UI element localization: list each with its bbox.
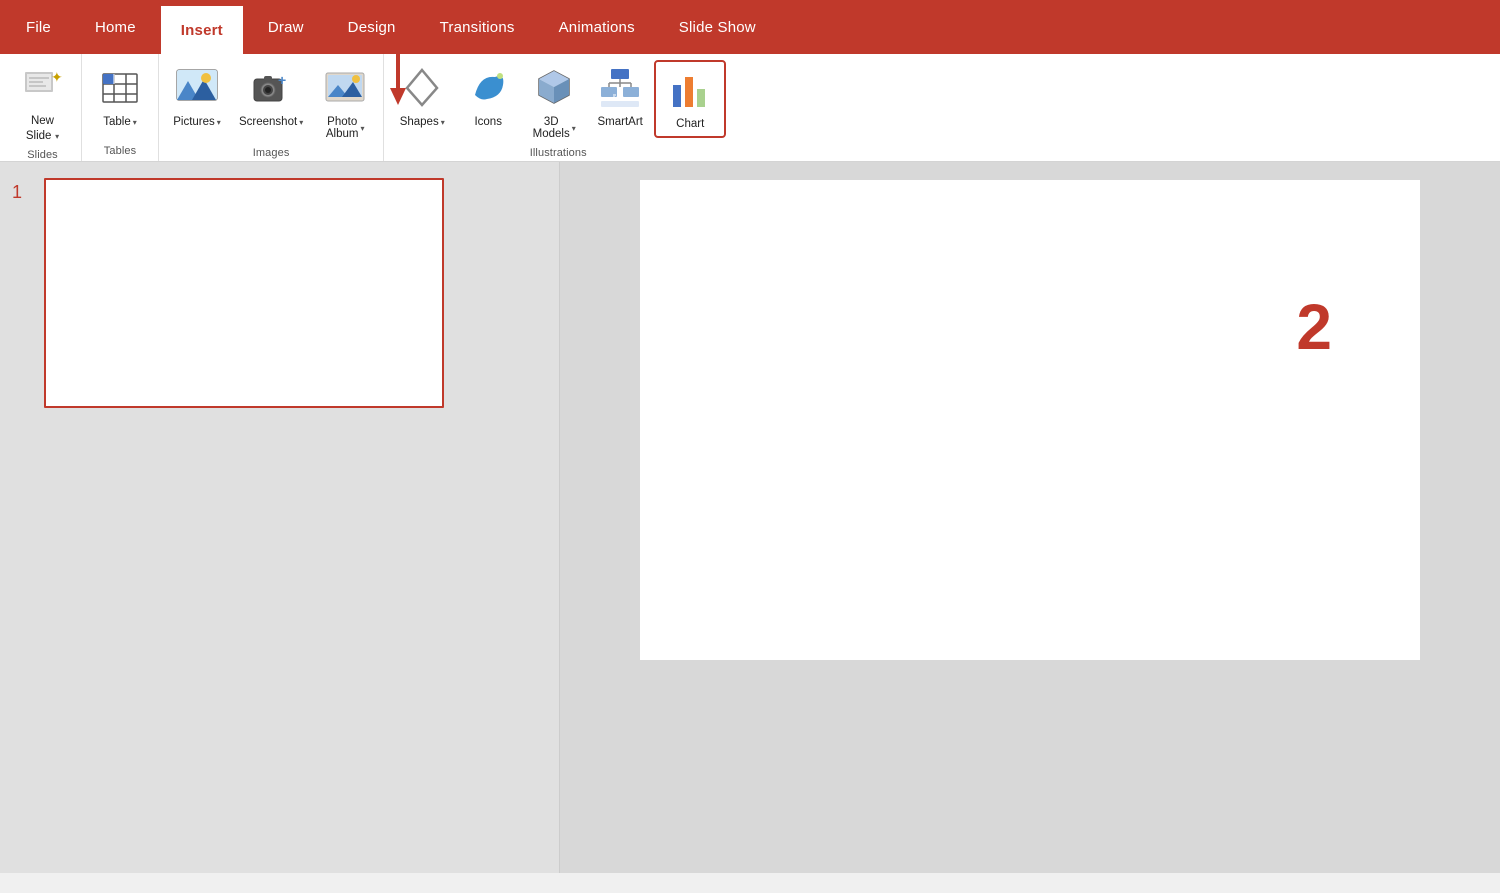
tables-buttons: Table ▾ (88, 54, 152, 142)
illustrations-buttons: Shapes ▾ Icons (390, 54, 726, 144)
pictures-icon (173, 64, 221, 112)
chart-icon (666, 66, 714, 114)
photo-album-label: PhotoAlbum ▾ (326, 116, 365, 140)
slides-group: ✦ NewSlide ▾ Slides (4, 54, 82, 161)
tab-home[interactable]: Home (73, 0, 158, 54)
screenshot-button[interactable]: + Screenshot ▾ (231, 60, 311, 132)
shapes-label: Shapes ▾ (400, 116, 445, 128)
tables-group: Table ▾ Tables (82, 54, 159, 161)
tab-insert[interactable]: Insert (158, 3, 246, 54)
images-group: Pictures ▾ (159, 54, 384, 161)
icons-icon (464, 64, 512, 112)
svg-text:✦: ✦ (51, 69, 63, 85)
3d-models-label: 3DModels ▾ (533, 116, 576, 140)
smartart-button[interactable]: SmartArt (588, 60, 652, 134)
photo-album-button[interactable]: PhotoAlbum ▾ (313, 60, 377, 144)
illustrations-group-label: Illustrations (390, 144, 726, 163)
screenshot-label: Screenshot ▾ (239, 116, 303, 128)
pictures-label: Pictures ▾ (173, 116, 221, 128)
images-buttons: Pictures ▾ (165, 54, 377, 144)
slide-number: 1 (12, 182, 34, 203)
table-label: Table ▾ (103, 116, 137, 128)
main-content: 1 (0, 162, 1500, 873)
tables-group-label: Tables (88, 142, 152, 161)
table-icon (96, 64, 144, 112)
photo-album-icon (321, 64, 369, 112)
tab-transitions[interactable]: Transitions (418, 0, 537, 54)
tab-slideshow[interactable]: Slide Show (657, 0, 778, 54)
3d-models-icon (530, 64, 578, 112)
slide-canvas[interactable] (640, 180, 1420, 660)
new-slide-icon: ✦ (21, 64, 65, 108)
screenshot-icon: + (247, 64, 295, 112)
pictures-button[interactable]: Pictures ▾ (165, 60, 229, 132)
command-area: ✦ NewSlide ▾ Slides (0, 54, 1500, 162)
tab-animations[interactable]: Animations (537, 0, 657, 54)
icons-button[interactable]: Icons (456, 60, 520, 134)
illustrations-group: Shapes ▾ Icons (384, 54, 732, 161)
slides-buttons: ✦ NewSlide ▾ (10, 54, 75, 146)
table-button[interactable]: Table ▾ (88, 60, 152, 132)
slides-panel: 1 (0, 162, 560, 873)
images-group-label: Images (165, 144, 377, 163)
new-slide-button[interactable]: ✦ NewSlide ▾ (10, 60, 75, 146)
slide-1-row: 1 (12, 178, 547, 408)
tab-file[interactable]: File (4, 0, 73, 54)
3d-models-button[interactable]: 3DModels ▾ (522, 60, 586, 144)
chart-label: Chart (676, 118, 704, 132)
tab-draw[interactable]: Draw (246, 0, 326, 54)
tab-bar: File Home Insert Draw Design Transitions… (0, 0, 1500, 54)
chart-button[interactable]: Chart (654, 60, 726, 138)
new-slide-label: NewSlide ▾ (26, 112, 59, 142)
slide-thumbnail[interactable] (44, 178, 444, 408)
smartart-icon (596, 64, 644, 112)
smartart-label: SmartArt (598, 116, 643, 130)
ribbon: File Home Insert Draw Design Transitions… (0, 0, 1500, 162)
tab-design[interactable]: Design (326, 0, 418, 54)
svg-text:+: + (278, 72, 286, 88)
slide-editor (560, 162, 1500, 873)
cursor-arrow (388, 50, 408, 105)
icons-label: Icons (474, 116, 502, 130)
